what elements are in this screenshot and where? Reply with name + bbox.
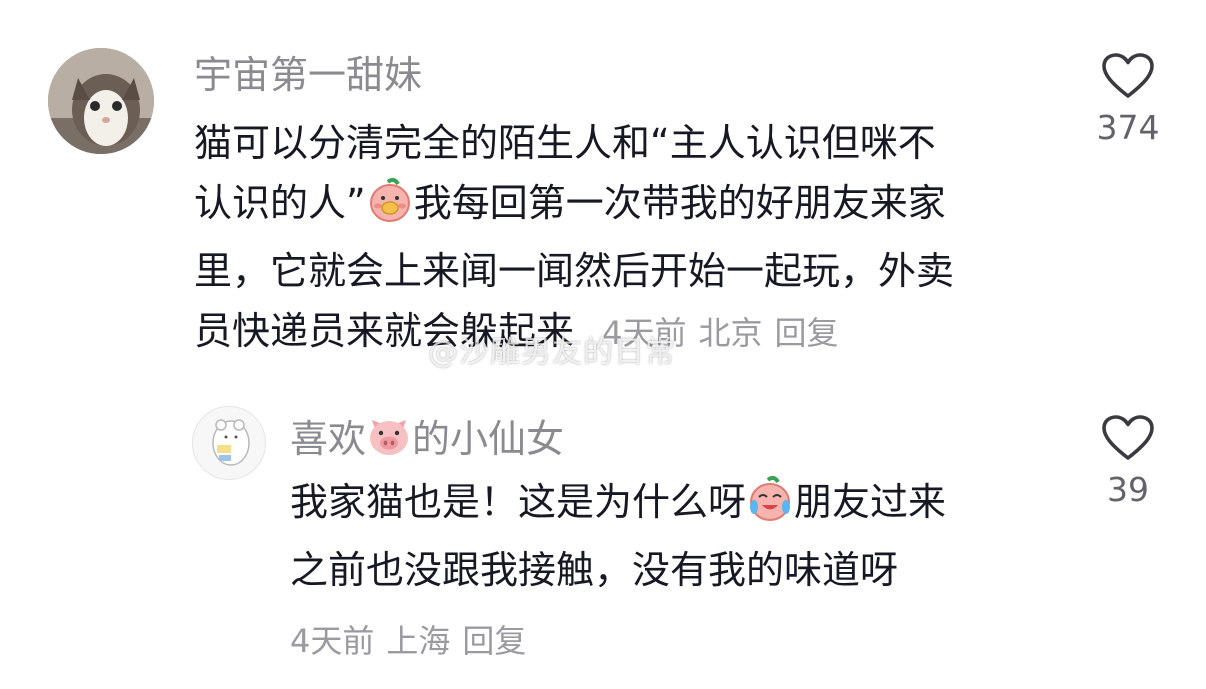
heart-outline-icon[interactable] <box>1101 414 1155 462</box>
comment-line: 认识的人” 我每回第一次带我的好朋友来家 <box>194 173 1074 241</box>
comment-line: 猫可以分清完全的陌生人和“主人认识但咪不 <box>194 121 936 165</box>
comment-meta: 4天前 上海 回复 <box>290 616 538 662</box>
comment-item: 宇宙第一甜妹 猫可以分清完全的陌生人和“主人认识但咪不 认识的人” 我每回第一次… <box>0 0 1206 380</box>
reply-button[interactable]: 回复 <box>462 622 526 660</box>
avatar[interactable] <box>48 48 154 154</box>
like-count: 374 <box>1096 108 1160 147</box>
avatar[interactable] <box>192 406 266 480</box>
comment-item-reply: 喜欢 的小仙女 我家猫也是！这是为什么呀 朋友过来 之前也没跟我接触，没有我的味… <box>0 380 1206 689</box>
like-button[interactable]: 374 <box>1090 52 1166 148</box>
like-count: 39 <box>1107 470 1149 509</box>
comment-username[interactable]: 喜欢 的小仙女 <box>290 414 564 469</box>
pig-face-emoji <box>366 414 412 469</box>
comment-location: 上海 <box>386 622 451 660</box>
bear-avatar-image <box>193 407 265 479</box>
comment-line: 之前也没跟我接触，没有我的味道呀 <box>290 548 899 592</box>
comment-text: 我家猫也是！这是为什么呀 朋友过来 之前也没跟我接触，没有我的味道呀 <box>290 472 1070 600</box>
comment-line: 我家猫也是！这是为什么呀 朋友过来 <box>290 472 1070 540</box>
cat-avatar-image <box>48 48 154 154</box>
comment-username[interactable]: 宇宙第一甜妹 <box>194 51 422 99</box>
comment-text: 猫可以分清完全的陌生人和“主人认识但咪不 认识的人” 我每回第一次带我的好朋友来… <box>194 113 1074 363</box>
comment-time: 4天前 <box>290 622 375 660</box>
comment-location: 北京 <box>698 314 763 352</box>
blushing-face-emoji <box>366 176 414 241</box>
heart-outline-icon[interactable] <box>1101 52 1155 100</box>
watermark: @沙雕男友的日常 <box>428 335 676 370</box>
crying-laughing-face-emoji <box>746 475 794 540</box>
reply-button[interactable]: 回复 <box>775 314 839 352</box>
comment-line: 里，它就会上来闻一闻然后开始一起玩，外卖 <box>194 249 955 293</box>
like-button[interactable]: 39 <box>1090 414 1166 510</box>
